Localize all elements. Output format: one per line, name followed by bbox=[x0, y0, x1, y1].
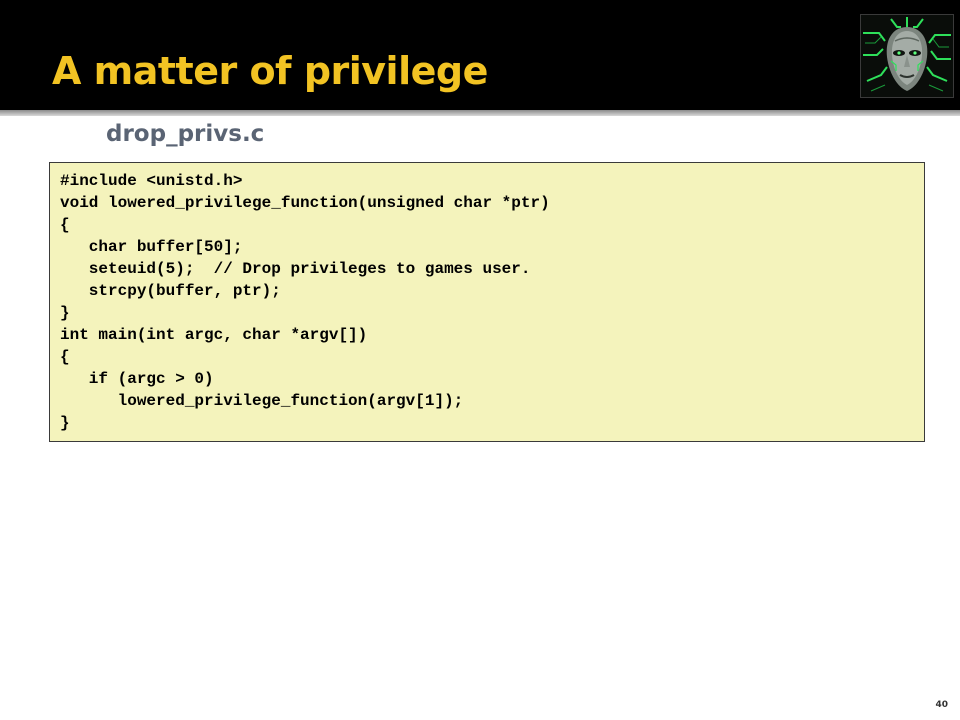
code-line: if (argc > 0) bbox=[60, 370, 214, 388]
code-line: { bbox=[60, 216, 70, 234]
code-line: void lowered_privilege_function(unsigned… bbox=[60, 194, 550, 212]
code-line: { bbox=[60, 348, 70, 366]
code-line: #include <unistd.h> bbox=[60, 172, 243, 190]
page-number: 40 bbox=[935, 700, 948, 710]
code-line: int main(int argc, char *argv[]) bbox=[60, 326, 368, 344]
code-file-name: drop_privs.c bbox=[106, 121, 265, 147]
title-divider bbox=[0, 110, 960, 116]
code-line: } bbox=[60, 414, 70, 432]
code-line: char buffer[50]; bbox=[60, 238, 243, 256]
code-line: } bbox=[60, 304, 70, 322]
code-line: strcpy(buffer, ptr); bbox=[60, 282, 281, 300]
cyber-face-logo-icon bbox=[860, 14, 954, 98]
slide-title: A matter of privilege bbox=[52, 49, 488, 93]
code-line: lowered_privilege_function(argv[1]); bbox=[60, 392, 464, 410]
code-block: #include <unistd.h> void lowered_privile… bbox=[49, 162, 925, 442]
code-line: seteuid(5); // Drop privileges to games … bbox=[60, 260, 531, 278]
